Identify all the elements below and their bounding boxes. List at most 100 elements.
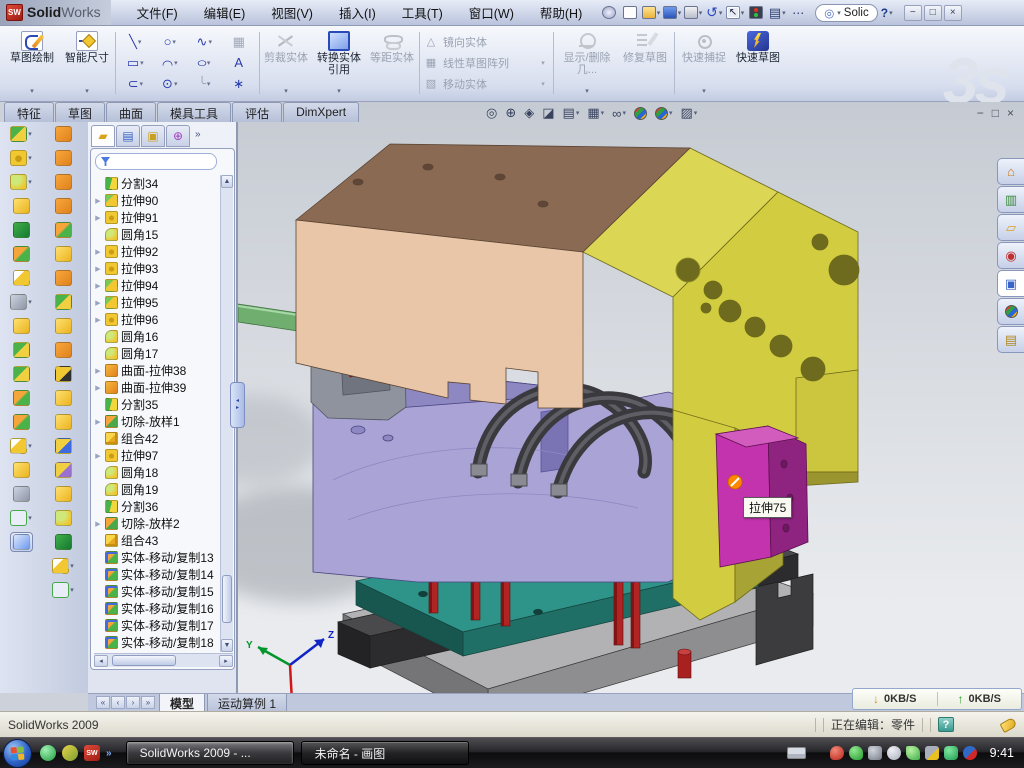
expander-icon[interactable]: ▶ bbox=[94, 197, 102, 205]
sketch-entity-button[interactable]: ○ bbox=[153, 31, 188, 52]
toolbar-button[interactable] bbox=[55, 172, 72, 192]
toolbar-button[interactable] bbox=[55, 148, 72, 168]
toolbar-button[interactable] bbox=[10, 532, 33, 552]
sketch-entity-button[interactable]: ∿ bbox=[187, 31, 222, 52]
pin-icon[interactable] bbox=[600, 4, 618, 22]
feature-tree-item[interactable]: ▶ 实体-移动/复制14 bbox=[94, 566, 222, 583]
feature-tree-item[interactable]: ▶ 曲面-拉伸38 bbox=[94, 362, 222, 379]
search-dropdown-icon[interactable]: ▾ bbox=[837, 9, 841, 17]
toolbar-button[interactable] bbox=[55, 268, 72, 288]
search-box[interactable]: ◎ ▾ Solic bbox=[815, 4, 878, 22]
graphics-viewport[interactable]: ◎ ⊕ ◈ ◪ ▤ ▦ ∞ ▨ − □ × bbox=[237, 102, 1024, 693]
convert-entities-button[interactable]: 转换实体引用 ▾ bbox=[313, 29, 365, 97]
doc-close-button[interactable]: × bbox=[1007, 106, 1014, 120]
print-button[interactable] bbox=[684, 4, 702, 22]
toolbar-button[interactable] bbox=[55, 124, 72, 144]
view-tool-button[interactable]: ▨ bbox=[678, 104, 699, 122]
sketch-entity-button[interactable]: ⊙ bbox=[153, 73, 188, 94]
view-tool-button[interactable] bbox=[653, 106, 675, 121]
configuration-manager-tab[interactable]: ▣ bbox=[141, 125, 165, 147]
toolbar-button[interactable] bbox=[10, 124, 32, 144]
command-tab[interactable]: DimXpert bbox=[283, 102, 359, 122]
mirror-entities-button[interactable]: △ 镜向实体 bbox=[424, 31, 550, 52]
expander-icon[interactable]: ▶ bbox=[94, 299, 102, 307]
expander-icon[interactable]: ▶ bbox=[94, 452, 102, 460]
task-pane-tab[interactable]: ▱ bbox=[997, 214, 1024, 241]
sketch-entity-button[interactable]: ╲ bbox=[118, 31, 153, 52]
taskbar-clock[interactable]: 9:41 bbox=[990, 746, 1014, 760]
sketch-entity-button[interactable]: ◠ bbox=[153, 52, 188, 73]
new-document-button[interactable] bbox=[621, 4, 639, 22]
linear-sketch-pattern-button[interactable]: ▦ 线性草图阵列 ▾ bbox=[424, 52, 550, 73]
task-button[interactable]: SolidWorks 2009 - ... bbox=[126, 741, 294, 765]
feature-tree-item[interactable]: ▶ 拉伸92 bbox=[94, 243, 222, 260]
toolbar-button[interactable] bbox=[55, 220, 72, 240]
scrollbar-thumb[interactable] bbox=[112, 655, 176, 666]
toolbar-button[interactable] bbox=[13, 364, 30, 384]
start-button[interactable] bbox=[3, 739, 32, 768]
tray-icon[interactable] bbox=[887, 746, 901, 760]
feature-tree-item[interactable]: ▶ 拉伸96 bbox=[94, 311, 222, 328]
toolbar-button[interactable] bbox=[13, 196, 30, 216]
scrollbar-thumb[interactable] bbox=[222, 575, 232, 623]
feature-tree-item[interactable]: ▶ 实体-移动/复制18 bbox=[94, 634, 222, 651]
feature-tree-item[interactable]: ▶ 实体-移动/复制17 bbox=[94, 617, 222, 634]
options-button[interactable]: ▤ bbox=[768, 4, 786, 22]
feature-tree-item[interactable]: ▶ 圆角16 bbox=[94, 328, 222, 345]
feature-tree-item[interactable]: ▶ 组合43 bbox=[94, 532, 222, 549]
feature-tree-item[interactable]: ▶ 圆角17 bbox=[94, 345, 222, 362]
tag-icon[interactable] bbox=[1000, 716, 1018, 732]
rapid-sketch-button[interactable]: 快速草图 bbox=[733, 29, 783, 97]
toolbar-button[interactable] bbox=[10, 292, 32, 312]
command-tab[interactable]: 模具工具 bbox=[157, 102, 231, 122]
toolbar-button[interactable] bbox=[10, 508, 32, 528]
save-button[interactable] bbox=[663, 4, 681, 22]
more-tabs-icon[interactable]: » bbox=[191, 125, 203, 147]
doc-restore-button[interactable]: □ bbox=[992, 106, 999, 120]
quick-snaps-button[interactable]: 快速捕捉 ▾ bbox=[679, 29, 729, 97]
quick-tips-help-icon[interactable]: ? bbox=[938, 717, 954, 732]
feature-tree-item[interactable]: ▶ 分割35 bbox=[94, 396, 222, 413]
sketch-entity-button[interactable]: ▭ bbox=[118, 52, 153, 73]
toolbar-button[interactable] bbox=[13, 388, 30, 408]
command-tab[interactable]: 曲面 bbox=[106, 102, 156, 122]
solidworks-shortcut-icon[interactable]: SW bbox=[84, 745, 100, 761]
sketch-entity-button[interactable]: ○ bbox=[187, 52, 222, 73]
task-pane-tab[interactable]: ⌂ bbox=[997, 158, 1024, 185]
toolbar-button[interactable] bbox=[13, 220, 30, 240]
toolbar-button[interactable] bbox=[55, 316, 72, 336]
toolbar-button[interactable] bbox=[13, 316, 30, 336]
close-button[interactable]: × bbox=[944, 5, 962, 21]
smart-dimension-button[interactable]: 智能尺寸 ▾ bbox=[61, 29, 113, 97]
toolbar-button[interactable] bbox=[55, 460, 72, 480]
toolbar-button[interactable] bbox=[13, 460, 30, 480]
keyboard-layout-icon[interactable] bbox=[787, 747, 806, 759]
task-button[interactable]: 未命名 - 画图 bbox=[301, 741, 469, 765]
menu-item[interactable]: 文件(F) bbox=[125, 0, 190, 25]
toolbar-button[interactable] bbox=[13, 340, 30, 360]
view-tool-button[interactable]: ◪ bbox=[540, 104, 556, 122]
menu-item[interactable]: 窗口(W) bbox=[457, 0, 526, 25]
toolbar-button[interactable] bbox=[55, 340, 72, 360]
toolbar-button[interactable] bbox=[55, 292, 72, 312]
feature-tree-item[interactable]: ▶ 切除-放样1 bbox=[94, 413, 222, 430]
toolbar-button[interactable] bbox=[55, 412, 72, 432]
scroll-up-icon[interactable]: ▲ bbox=[221, 175, 233, 188]
sketch-entity-button[interactable]: ╰ bbox=[187, 73, 222, 94]
stop-pin[interactable] bbox=[678, 649, 691, 678]
feature-tree-item[interactable]: ▶ 圆角15 bbox=[94, 226, 222, 243]
feature-tree-item[interactable]: ▶ 拉伸97 bbox=[94, 447, 222, 464]
feature-tree-item[interactable]: ▶ 圆角18 bbox=[94, 464, 222, 481]
command-tab[interactable]: 特征 bbox=[4, 102, 54, 122]
task-pane-tab[interactable]: ▥ bbox=[997, 186, 1024, 213]
feature-tree-item[interactable]: ▶ 实体-移动/复制13 bbox=[94, 549, 222, 566]
expander-icon[interactable]: ▶ bbox=[94, 367, 102, 375]
feature-tree-item[interactable]: ▶ 拉伸90 bbox=[94, 192, 222, 209]
menu-item[interactable]: 插入(I) bbox=[327, 0, 388, 25]
feature-tree-item[interactable]: ▶ 分割36 bbox=[94, 498, 222, 515]
feature-tree-item[interactable]: ▶ 圆角19 bbox=[94, 481, 222, 498]
view-tool-button[interactable]: ◎ bbox=[484, 104, 499, 122]
toolbar-button[interactable] bbox=[13, 412, 30, 432]
feature-tree-item[interactable]: ▶ 曲面-拉伸39 bbox=[94, 379, 222, 396]
network-speed-widget[interactable]: ↓ 0KB/S ↑ 0KB/S bbox=[852, 688, 1022, 710]
